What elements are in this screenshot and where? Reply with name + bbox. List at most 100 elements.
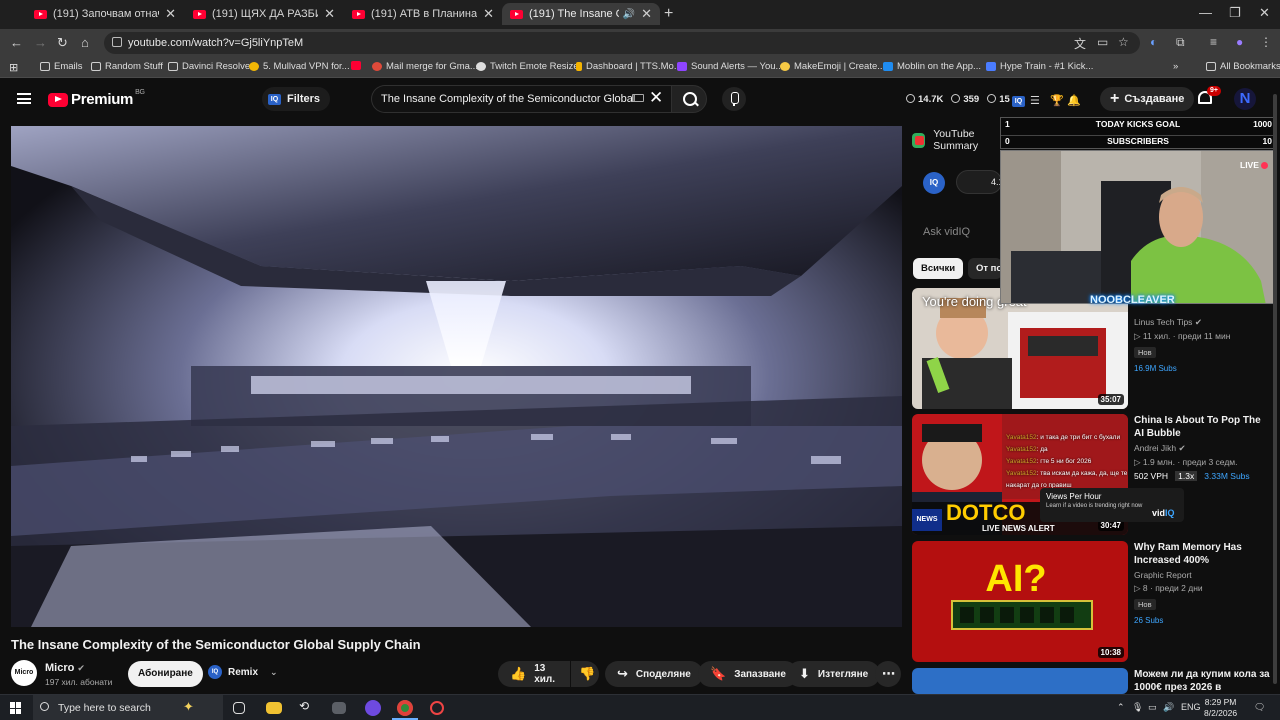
channel-name[interactable]: Graphic Report [1134, 570, 1270, 580]
site-info-icon[interactable] [112, 37, 122, 47]
browser-tab[interactable]: (191) АТВ в Планината | Разхо ✕ [344, 3, 502, 25]
bookmark-item[interactable]: Moblin on the App... [883, 61, 981, 72]
bookmark-item[interactable]: Dashboard | TTS.Mo... [576, 61, 682, 72]
scrollbar[interactable] [1272, 86, 1278, 692]
browser-tab-active[interactable]: (191) The Insane Complexit 🔊 ✕ [502, 3, 660, 25]
translate-icon[interactable]: 文 [1074, 35, 1086, 52]
taskbar-clock[interactable]: 8:29 PM 8/2/2026 [1204, 697, 1237, 719]
microphone-icon[interactable] [722, 87, 746, 111]
language-indicator[interactable]: ENG [1181, 702, 1201, 712]
create-button[interactable]: + Създаване [1100, 87, 1195, 111]
alert-icon[interactable]: 🔔 [1067, 94, 1081, 107]
app-icon[interactable] [332, 702, 346, 714]
bookmark-item[interactable]: Hype Train - #1 Kick... [986, 61, 1093, 72]
menu-icon[interactable] [17, 93, 31, 104]
video-title[interactable]: Why Ram Memory Has Increased 400% [1134, 541, 1270, 567]
chevron-down-icon[interactable]: ⌄ [270, 667, 278, 678]
chip-all[interactable]: Всички [913, 258, 964, 279]
url-field[interactable]: youtube.com/watch?v=Gj5liYnpTeM [104, 32, 1140, 54]
mic-tray-icon[interactable]: 🎙 [1132, 702, 1143, 713]
video-title[interactable]: China Is About To Pop The AI Bubble [1134, 414, 1270, 440]
recommended-video[interactable]: AI? 10:38 Why Ram Memory Has Increased 4… [912, 541, 1272, 662]
browser-tab[interactable]: (191) Започвам отначало - Y ✕ [26, 3, 184, 25]
windows-start-icon[interactable] [10, 702, 22, 714]
back-icon[interactable]: ← [10, 35, 23, 50]
search-input[interactable]: The Insane Complexity of the Semiconduct… [371, 85, 671, 113]
recommended-video[interactable]: 35:07 You're doing great Linus Tech Tips… [912, 288, 1272, 409]
discord-icon[interactable] [365, 700, 381, 716]
keyboard-icon[interactable] [632, 94, 644, 102]
subscribe-button[interactable]: Абониране [128, 661, 203, 687]
obs-icon[interactable] [430, 701, 444, 715]
chevron-right-icon[interactable]: » [1173, 61, 1178, 72]
youtube-premium-logo[interactable]: Premium BG [48, 89, 145, 108]
video-thumbnail[interactable]: AI? 10:38 [912, 541, 1128, 662]
media-icon[interactable]: ≡ [1210, 35, 1217, 49]
ask-vidiq-input[interactable]: Ask vidIQ [923, 226, 970, 238]
apps-grid-icon[interactable]: ⊞ [9, 61, 18, 74]
vidiq-icon[interactable]: IQ [923, 172, 945, 194]
close-icon[interactable]: ✕ [324, 6, 335, 22]
chrome-icon[interactable] [397, 700, 413, 716]
bookmark-item[interactable]: Sound Alerts — You... [677, 61, 783, 72]
bookmark-item[interactable]: Emails [40, 61, 83, 72]
home-icon[interactable]: ⌂ [81, 35, 89, 50]
account-avatar[interactable]: N [1234, 88, 1256, 110]
checklist-icon[interactable]: ☰ [1030, 94, 1040, 107]
network-icon[interactable]: ▭ [1148, 702, 1157, 713]
scrollbar-thumb[interactable] [1273, 94, 1277, 684]
recommended-video[interactable]: 30:47 NEWS DOTCO LIVE NEWS ALERT Yavata1… [912, 414, 1272, 535]
bookmark-item[interactable]: Twitch Emote Resizer [476, 61, 582, 72]
reload-icon[interactable]: ↻ [57, 35, 68, 51]
download-button[interactable]: ⬇ Изтегляне [787, 661, 881, 687]
dislike-button[interactable]: 👎 [571, 661, 599, 687]
save-button[interactable]: 🔖 Запазване [698, 661, 798, 687]
chevron-up-icon[interactable]: ⌃ [1117, 702, 1125, 713]
clear-search-icon[interactable]: ✕ [649, 88, 663, 108]
close-icon[interactable]: ✕ [483, 6, 494, 22]
capcut-icon[interactable]: ⟲ [299, 699, 315, 715]
cast-icon[interactable]: ▭ [1097, 35, 1108, 49]
all-bookmarks[interactable]: All Bookmarks [1206, 61, 1280, 72]
window-close-icon[interactable]: ✕ [1259, 5, 1270, 21]
bookmark-item[interactable]: Mail merge for Gma... [372, 61, 478, 72]
minimize-icon[interactable]: — [1199, 5, 1212, 20]
extension-icon[interactable]: ◐ [1150, 35, 1157, 49]
close-icon[interactable]: ✕ [641, 6, 652, 22]
volume-icon[interactable]: 🔊 [1163, 702, 1174, 713]
trophy-icon[interactable]: 🏆 [1050, 94, 1064, 107]
restore-icon[interactable]: ❐ [1229, 5, 1241, 21]
new-tab-icon[interactable]: + [664, 5, 673, 23]
youtube-summary-button[interactable]: YouTube Summary [912, 128, 1012, 152]
more-actions-button[interactable]: ⋯ [875, 661, 901, 687]
forward-icon[interactable]: → [34, 35, 47, 50]
bookmark-item[interactable]: Random Stuff [91, 61, 163, 72]
notification-center-icon[interactable]: 🗨 [1254, 702, 1265, 713]
channel-name[interactable]: Linus Tech Tips ✔ [1134, 317, 1270, 328]
browser-tab[interactable]: (191) ЩЯХ ДА РАЗБИЯ МЕРЦЕ ✕ [185, 3, 343, 25]
extensions-puzzle-icon[interactable]: ⧉ [1176, 35, 1185, 50]
search-button[interactable] [671, 85, 707, 113]
file-explorer-icon[interactable] [266, 702, 282, 714]
close-icon[interactable]: ✕ [165, 6, 176, 22]
vidiq-icon[interactable]: IQ [1012, 94, 1031, 107]
bookmark-item[interactable] [351, 61, 365, 70]
share-button[interactable]: ↪ Споделяне [605, 661, 703, 687]
remix-button[interactable]: IQ Remix ⌄ [208, 665, 278, 679]
star-icon[interactable]: ☆ [1118, 35, 1129, 49]
bookmark-item[interactable]: 5. Mullvad VPN for... [249, 61, 350, 72]
menu-dots-icon[interactable]: ⋮ [1260, 35, 1272, 49]
task-view-icon[interactable] [233, 702, 245, 714]
speaker-icon[interactable]: 🔊 [623, 9, 635, 20]
filters-button[interactable]: IQ Filters [262, 87, 331, 111]
video-player[interactable] [11, 126, 902, 627]
like-button[interactable]: 👍 13 хил. [498, 661, 570, 687]
profile-icon[interactable]: ● [1236, 35, 1243, 49]
video-thumbnail[interactable] [912, 668, 1128, 694]
bookmark-item[interactable]: MakeEmoji | Create... [780, 61, 885, 72]
channel-name[interactable]: Micro ✔ [45, 662, 85, 674]
taskbar-search-input[interactable]: Type here to search ✦ [33, 695, 223, 720]
video-title[interactable]: Можем ли да купим кола за 1000€ през 202… [1134, 668, 1270, 694]
bookmark-item[interactable]: Davinci Resolve [168, 61, 250, 72]
chip-from-uploader[interactable]: От потребителя [968, 258, 1002, 279]
